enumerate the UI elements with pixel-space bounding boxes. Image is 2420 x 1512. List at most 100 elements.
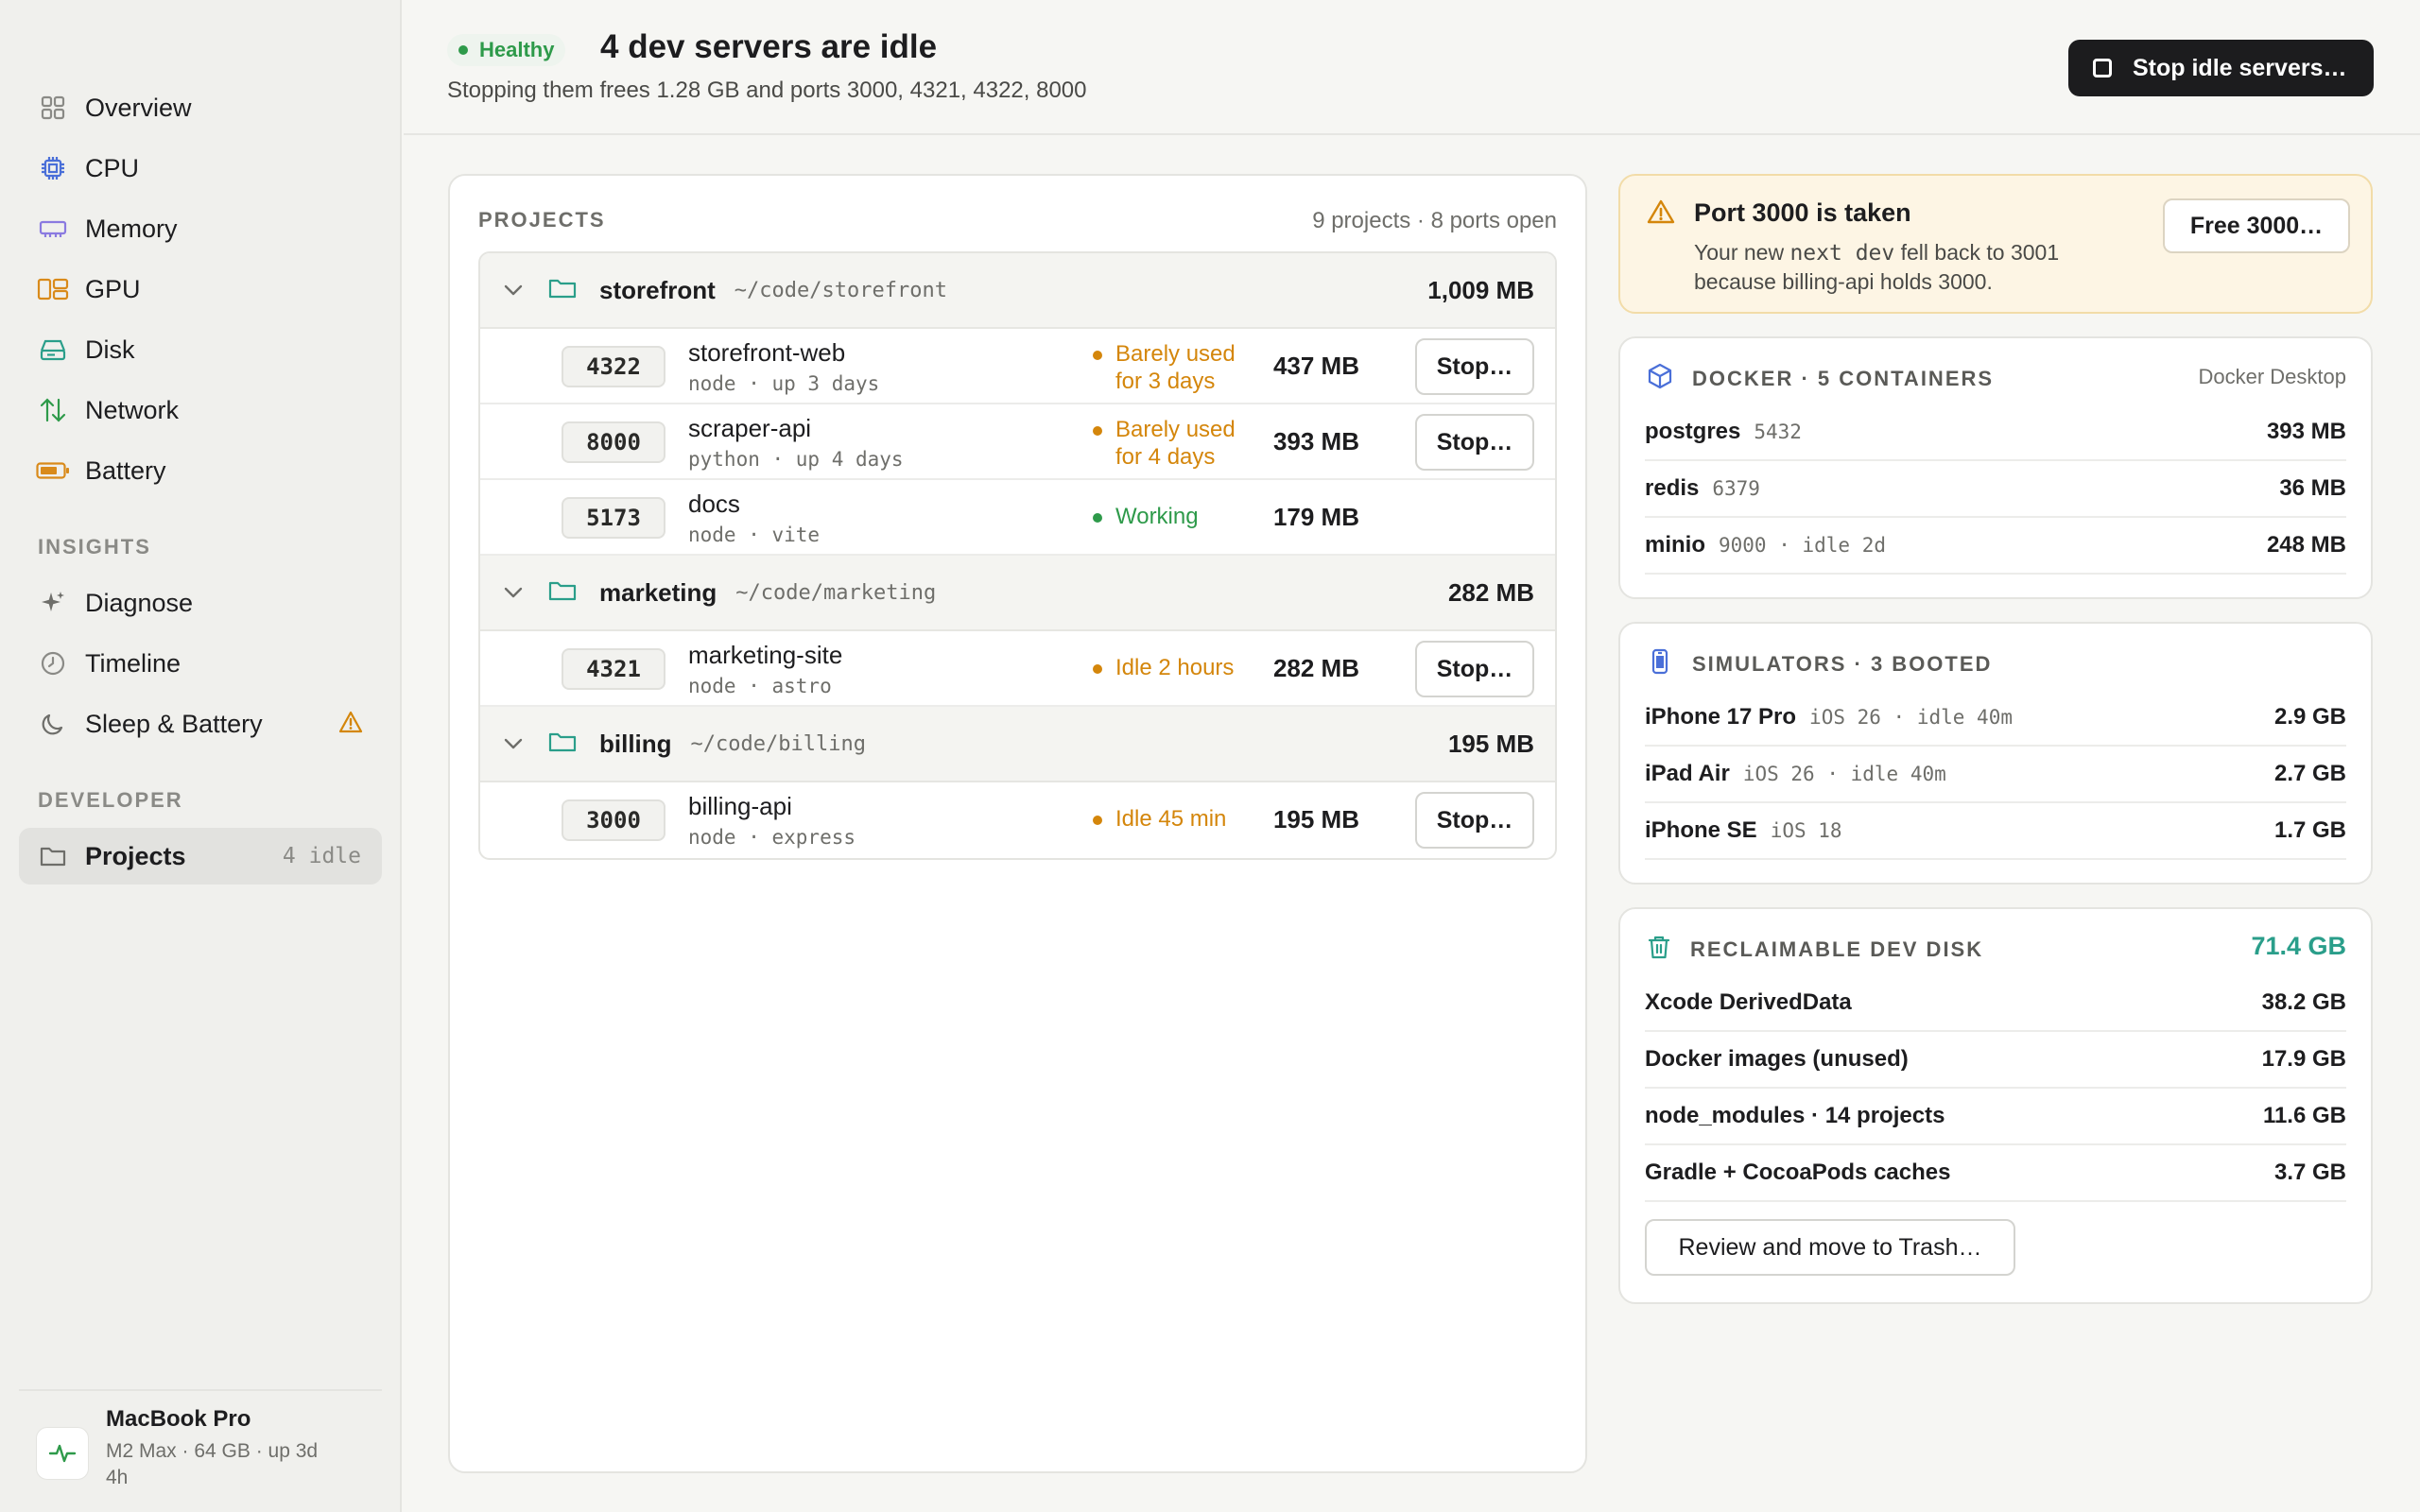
project-path: ~/code/marketing xyxy=(735,580,937,605)
server-status: Working xyxy=(1093,503,1253,530)
projects-panel: PROJECTS 9 projects · 8 ports open store… xyxy=(448,174,1587,1473)
simulators-title: SIMULATORS · 3 BOOTED xyxy=(1692,651,1993,676)
sidebar-item-disk[interactable]: Disk xyxy=(19,321,382,378)
docker-card: DOCKER · 5 CONTAINERS Docker Desktop pos… xyxy=(1618,336,2373,599)
developer-heading: DEVELOPER xyxy=(38,788,183,812)
docker-title: DOCKER · 5 CONTAINERS xyxy=(1692,366,1995,390)
folder-icon xyxy=(548,579,577,607)
status-dot xyxy=(1093,664,1102,674)
reclaim-row[interactable]: Docker images (unused) 17.9 GB xyxy=(1645,1032,2346,1089)
alert-body-code: next dev xyxy=(1789,241,1895,266)
status-dot xyxy=(1093,351,1102,360)
simulator-meta: iOS 26 · idle 40m xyxy=(1742,763,1946,785)
sidebar-item-label: Diagnose xyxy=(85,588,194,617)
server-status-label: Idle 45 min xyxy=(1115,806,1227,832)
simulator-memory: 2.9 GB xyxy=(2273,704,2346,730)
project-memory: 195 MB xyxy=(1447,729,1534,758)
status-dot xyxy=(1093,816,1102,825)
review-move-to-trash-button[interactable]: Review and move to Trash… xyxy=(1645,1219,2015,1276)
status-badge: Healthy xyxy=(447,34,566,66)
server-meta: node · up 3 days xyxy=(688,372,880,395)
project-name: billing xyxy=(599,729,672,758)
clock-icon xyxy=(36,646,70,680)
sidebar-item-diagnose[interactable]: Diagnose xyxy=(19,575,382,631)
container-meta: 6379 xyxy=(1712,477,1760,500)
container-meta: 9000 · idle 2d xyxy=(1719,534,1887,557)
sparkle-icon xyxy=(36,586,70,620)
sidebar-item-cpu[interactable]: CPU xyxy=(19,140,382,197)
status-dot xyxy=(458,45,468,55)
project-group-billing[interactable]: billing ~/code/billing 195 MB xyxy=(480,707,1555,782)
stop-button[interactable]: Stop… xyxy=(1415,792,1534,849)
simulator-row[interactable]: iPhone SE iOS 18 1.7 GB xyxy=(1645,803,2346,860)
reclaim-item-name: Xcode DerivedData xyxy=(1645,989,1852,1015)
sidebar-item-memory[interactable]: Memory xyxy=(19,200,382,257)
server-memory: 179 MB xyxy=(1272,503,1359,531)
sidebar-item-gpu[interactable]: GPU xyxy=(19,261,382,318)
sidebar-item-network[interactable]: Network xyxy=(19,382,382,438)
server-meta: node · vite xyxy=(688,524,821,546)
warning-icon xyxy=(1647,198,1675,230)
stop-idle-servers-button[interactable]: Stop idle servers… xyxy=(2068,40,2374,96)
idle-count-badge: 4 idle xyxy=(282,844,361,868)
server-status: Barely used for 4 days xyxy=(1093,416,1253,471)
server-status: Barely used for 3 days xyxy=(1093,340,1253,395)
server-status: Idle 45 min xyxy=(1093,805,1253,833)
sidebar-item-timeline[interactable]: Timeline xyxy=(19,635,382,692)
sidebar-item-label: Network xyxy=(85,395,180,424)
simulator-row[interactable]: iPad Air iOS 26 · idle 40m 2.7 GB xyxy=(1645,747,2346,803)
device-details: M2 Max · 64 GB · up 3d 4h xyxy=(106,1440,319,1488)
server-meta: node · astro xyxy=(688,675,832,697)
server-name: storefront-web xyxy=(688,338,846,367)
memory-icon xyxy=(36,212,70,246)
reclaim-row[interactable]: node_modules · 14 projects 11.6 GB xyxy=(1645,1089,2346,1145)
reclaimable-total: 71.4 GB xyxy=(2251,932,2346,960)
insights-heading: INSIGHTS xyxy=(38,535,151,558)
project-group-marketing[interactable]: marketing ~/code/marketing 282 MB xyxy=(480,556,1555,631)
project-name: marketing xyxy=(599,577,717,607)
chevron-down-icon[interactable] xyxy=(499,284,527,296)
project-path: ~/code/storefront xyxy=(734,278,947,302)
server-memory: 282 MB xyxy=(1272,654,1359,682)
container-row[interactable]: minio 9000 · idle 2d 248 MB xyxy=(1645,518,2346,575)
chevron-down-icon[interactable] xyxy=(499,587,527,598)
container-row[interactable]: redis 6379 36 MB xyxy=(1645,461,2346,518)
reclaim-row[interactable]: Gradle + CocoaPods caches 3.7 GB xyxy=(1645,1145,2346,1202)
stop-button[interactable]: Stop… xyxy=(1415,641,1534,697)
docker-source: Docker Desktop xyxy=(2198,365,2346,388)
sidebar-item-label: GPU xyxy=(85,274,141,303)
server-name: billing-api xyxy=(688,792,792,820)
simulator-row[interactable]: iPhone 17 Pro iOS 26 · idle 40m 2.9 GB xyxy=(1645,690,2346,747)
stop-button[interactable]: Stop… xyxy=(1415,414,1534,471)
sidebar-item-overview[interactable]: Overview xyxy=(19,79,382,136)
stop-button[interactable]: Stop… xyxy=(1415,338,1534,395)
server-row: 5173 docs node · vite Working 179 MB xyxy=(480,480,1555,556)
container-memory: 36 MB xyxy=(2279,475,2346,501)
free-port-button[interactable]: Free 3000… xyxy=(2163,198,2350,253)
projects-table: storefront ~/code/storefront 1,009 MB 43… xyxy=(478,251,1557,860)
project-name: storefront xyxy=(599,275,716,304)
sidebar-item-projects[interactable]: Projects 4 idle xyxy=(19,828,382,885)
server-status: Idle 2 hours xyxy=(1093,654,1253,681)
stop-idle-servers-label: Stop idle servers… xyxy=(2133,54,2347,81)
chevron-down-icon[interactable] xyxy=(499,738,527,749)
port-badge: 4322 xyxy=(562,346,666,387)
sidebar-item-battery[interactable]: Battery xyxy=(19,442,382,499)
port-badge: 8000 xyxy=(562,421,666,463)
status-dot xyxy=(1093,426,1102,436)
sidebar-item-sleep-battery[interactable]: Sleep & Battery xyxy=(19,696,382,752)
container-row[interactable]: postgres 5432 393 MB xyxy=(1645,404,2346,461)
sidebar: Overview CPU Memory GPU Disk Network Bat… xyxy=(0,0,402,1512)
cpu-icon xyxy=(36,151,70,185)
server-status-label: Idle 2 hours xyxy=(1115,655,1235,680)
simulator-name: iPad Air xyxy=(1645,761,1730,786)
project-group-storefront[interactable]: storefront ~/code/storefront 1,009 MB xyxy=(480,253,1555,329)
reclaim-row[interactable]: Xcode DerivedData 38.2 GB xyxy=(1645,975,2346,1032)
server-memory: 437 MB xyxy=(1272,352,1359,380)
projects-heading: PROJECTS xyxy=(478,208,606,232)
server-status-label: Barely used for 3 days xyxy=(1115,341,1236,394)
activity-icon xyxy=(36,1427,89,1480)
server-memory: 195 MB xyxy=(1272,805,1359,833)
alert-body-prefix: Your new xyxy=(1694,240,1790,265)
port-badge: 4321 xyxy=(562,648,666,690)
